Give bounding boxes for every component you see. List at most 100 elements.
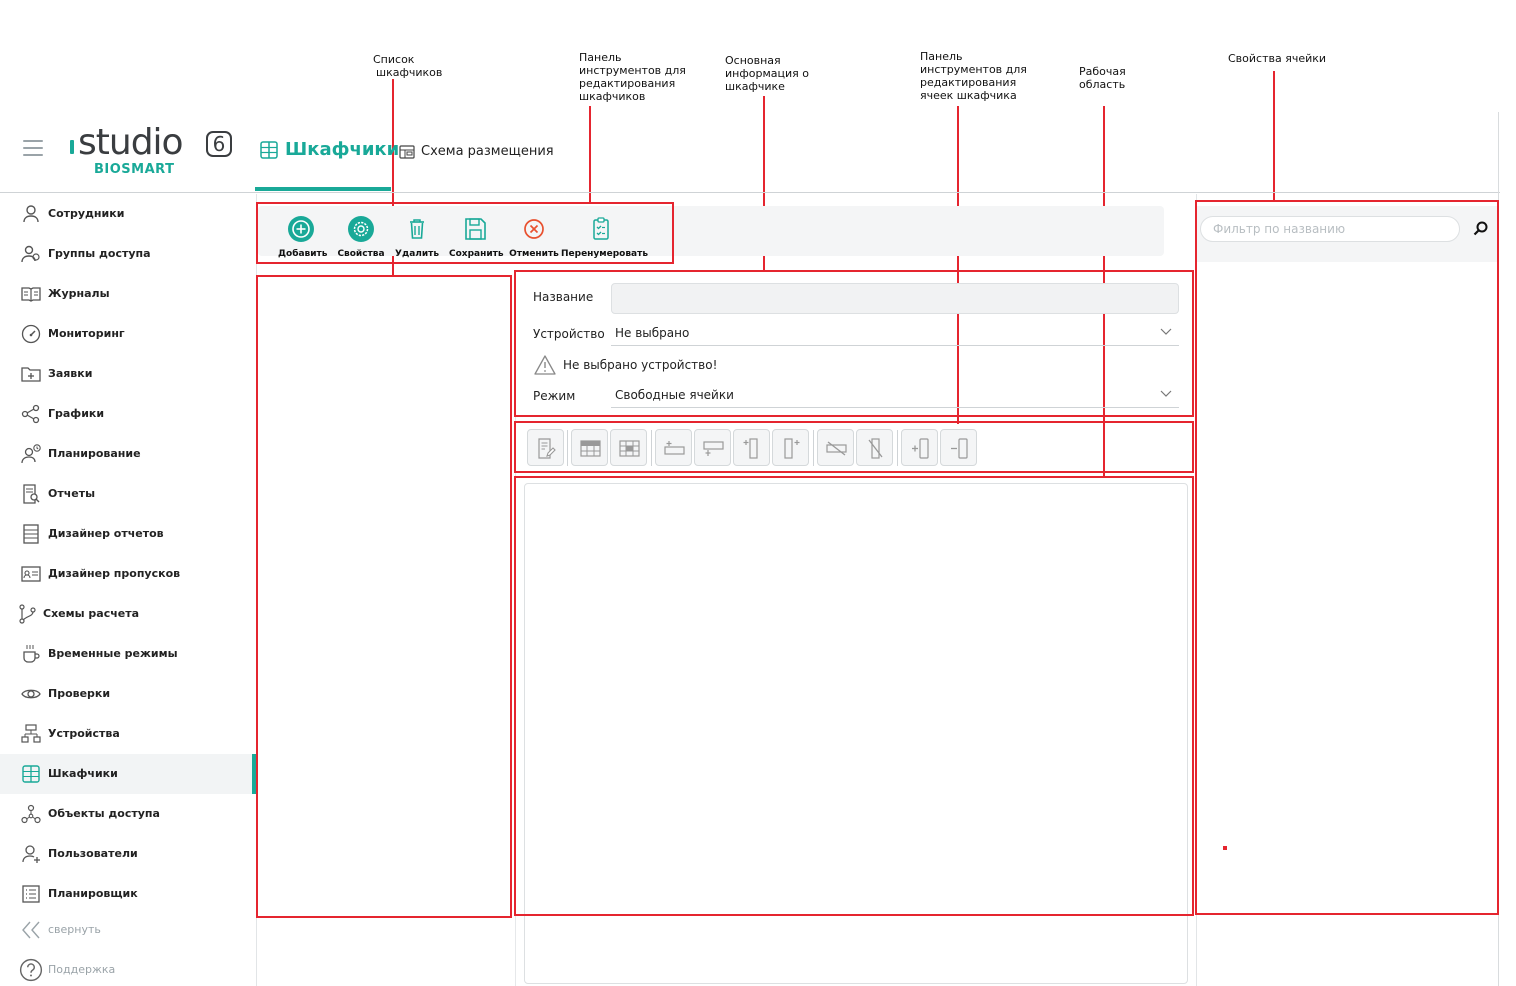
sidebar-item-monitoring[interactable]: Мониторинг <box>0 314 256 354</box>
column-delete-icon <box>868 438 883 459</box>
device-label: Устройство <box>533 327 605 341</box>
annotation-cell-toolbar: Панель инструментов для редактирования ячее… <box>920 50 1027 102</box>
list-icon <box>22 885 40 903</box>
work-area[interactable] <box>524 483 1188 984</box>
sidebar-item-schedules[interactable]: Графики <box>0 394 256 434</box>
clipboard-check-icon <box>593 217 609 240</box>
annotation-box-locker-list <box>256 275 512 918</box>
toolbar-separator <box>813 430 814 466</box>
folder-plus-icon <box>21 367 41 382</box>
sidebar-item-employees[interactable]: Сотрудники <box>0 194 256 234</box>
double-chevron-left-icon <box>22 921 40 939</box>
mode-label: Режим <box>533 389 576 403</box>
gauge-icon <box>21 324 41 344</box>
sidebar-item-devices[interactable]: Устройства <box>0 714 256 754</box>
menu-icon[interactable] <box>23 140 43 158</box>
name-label: Название <box>533 290 594 304</box>
row-add-above-icon <box>664 441 685 455</box>
sidebar-item-lockers[interactable]: Шкафчики <box>0 754 256 794</box>
scheme-icon <box>399 145 415 159</box>
share-icon <box>21 404 40 424</box>
toolbar-separator <box>651 430 652 466</box>
sidebar-item-requests[interactable]: Заявки <box>0 354 256 394</box>
insert-row-below-button[interactable] <box>694 429 731 466</box>
device-warning: Не выбрано устройство! <box>534 355 717 379</box>
column-add-left-icon <box>743 438 758 459</box>
sidebar-item-scheduler[interactable]: Планировщик <box>0 874 256 914</box>
toolbar-separator <box>897 430 898 466</box>
sidebar-item-reports[interactable]: Отчеты <box>0 474 256 514</box>
properties-button[interactable]: Свойства <box>337 215 385 259</box>
sidebar-item-access-objects[interactable]: Объекты доступа <box>0 794 256 834</box>
grid-split-icon <box>619 440 640 457</box>
sidebar-item-time-modes[interactable]: Временные режимы <box>0 634 256 674</box>
merge-cells-button[interactable] <box>571 429 608 466</box>
name-input[interactable] <box>611 283 1179 314</box>
branch-icon <box>19 604 36 624</box>
sidebar-divider <box>256 194 257 986</box>
sidebar-item-checks[interactable]: Проверки <box>0 674 256 714</box>
sidebar-item-users[interactable]: Пользователи <box>0 834 256 874</box>
report-search-icon <box>23 484 40 504</box>
sidebar-item-calc-schemes[interactable]: Схемы расчета <box>0 594 256 634</box>
edit-cell-button[interactable] <box>527 429 564 466</box>
gear-icon <box>348 216 374 242</box>
eye-icon <box>21 689 41 699</box>
minus-cell-icon <box>951 438 968 459</box>
window-edge <box>1498 112 1499 986</box>
edit-document-icon <box>538 438 556 459</box>
sidebar-item-planning[interactable]: Планирование <box>0 434 256 474</box>
annotation-pointer-line <box>589 106 591 204</box>
header-divider <box>0 192 1500 193</box>
search-icon[interactable] <box>1472 220 1490 238</box>
sidebar-item-pass-designer[interactable]: Дизайнер пропусков <box>0 554 256 594</box>
delete-button[interactable]: Удалить <box>395 215 439 259</box>
cup-icon <box>23 645 40 663</box>
mode-select[interactable]: Свободные ячейки <box>611 384 1179 408</box>
increase-size-button[interactable] <box>901 429 938 466</box>
help-icon <box>19 958 43 982</box>
user-plus-icon <box>22 845 40 863</box>
tab-placement-label: Схема размещения <box>421 144 554 159</box>
split-cells-button[interactable] <box>610 429 647 466</box>
row-delete-icon <box>826 441 847 456</box>
insert-column-right-button[interactable] <box>772 429 809 466</box>
id-card-icon <box>21 566 41 582</box>
column-add-right-icon <box>784 438 800 459</box>
annotation-pointer-line <box>1273 71 1275 201</box>
user-icon <box>23 205 39 223</box>
annotation-work-area: Рабочая область <box>1079 65 1126 91</box>
save-button[interactable]: Сохранить <box>449 215 504 259</box>
tab-lockers[interactable]: Шкафчики <box>255 130 399 190</box>
locker-toolbar <box>258 206 1164 256</box>
renumber-button[interactable]: Перенумеровать <box>561 215 648 259</box>
trash-icon <box>410 219 424 239</box>
plus-circle-icon <box>288 216 314 242</box>
toolbar-separator <box>567 430 568 466</box>
group-icon <box>21 245 40 263</box>
cancel-button[interactable]: Отменить <box>509 215 559 259</box>
delete-row-button[interactable] <box>817 429 854 466</box>
sidebar-collapse-button[interactable]: свернуть <box>0 910 256 950</box>
insert-row-above-button[interactable] <box>655 429 692 466</box>
grid-merge-icon <box>580 440 601 457</box>
sidebar-item-report-designer[interactable]: Дизайнер отчетов <box>0 514 256 554</box>
chevron-down-icon <box>1160 390 1172 397</box>
warning-icon <box>534 355 556 375</box>
filter-input[interactable] <box>1200 216 1460 242</box>
row-add-below-icon <box>703 441 724 456</box>
nodes-icon <box>21 804 41 824</box>
annotation-locker-info: Основная информация о шкафчике <box>725 54 809 93</box>
sidebar-support-link[interactable]: Поддержка <box>0 950 256 986</box>
add-button[interactable]: Добавить <box>278 215 327 259</box>
sidebar-item-access-groups[interactable]: Группы доступа <box>0 234 256 274</box>
cell-props-divider <box>1196 194 1197 986</box>
decrease-size-button[interactable] <box>940 429 977 466</box>
sidebar-item-journals[interactable]: Журналы <box>0 274 256 314</box>
tab-lockers-label: Шкафчики <box>285 139 400 160</box>
insert-column-left-button[interactable] <box>733 429 770 466</box>
delete-column-button[interactable] <box>856 429 893 466</box>
annotation-locker-toolbar: Панель инструментов для редактирования шкаф… <box>579 51 686 103</box>
device-select[interactable]: Не выбрано <box>611 322 1179 346</box>
locker-icon <box>260 141 278 159</box>
